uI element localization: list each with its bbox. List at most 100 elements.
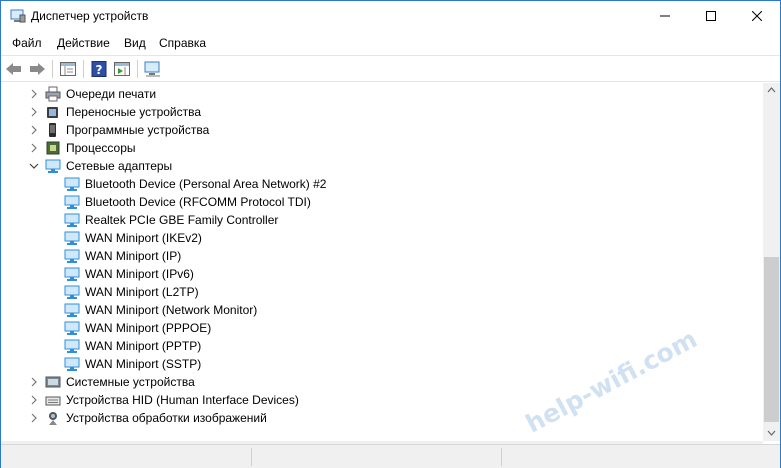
network-adapter-icon (64, 303, 80, 317)
tree-node-label: Очереди печати (66, 87, 157, 101)
menu-bar: Файл Действие Вид Справка (1, 32, 780, 54)
tree-leaf-network-adapter[interactable]: WAN Miniport (Network Monitor) (1, 301, 761, 319)
network-adapter-icon (64, 213, 80, 227)
status-bar (1, 444, 780, 468)
back-icon (6, 63, 21, 75)
tree-leaf-label: WAN Miniport (IP) (85, 249, 182, 263)
tree-leaf-label: Realtek PCIe GBE Family Controller (85, 213, 279, 227)
status-divider (501, 448, 502, 466)
scroll-down-icon[interactable] (767, 430, 776, 436)
tree-leaf-label: Bluetooth Device (Personal Area Network)… (85, 177, 327, 191)
forward-icon (30, 63, 45, 75)
toolbar-separator (83, 60, 84, 78)
system-device-icon (45, 376, 61, 388)
tree-leaf-label: WAN Miniport (IPv6) (85, 267, 194, 281)
chevron-right-icon[interactable] (29, 413, 39, 423)
print-queue-icon (45, 86, 61, 102)
network-adapter-icon (64, 267, 80, 281)
tree-node-portable-devices[interactable]: Переносные устройства (1, 103, 761, 121)
imaging-device-icon (49, 412, 57, 425)
tree-leaf-network-adapter[interactable]: WAN Miniport (IP) (1, 247, 761, 265)
status-divider (251, 448, 252, 466)
network-adapter-icon (64, 321, 80, 335)
title-bar[interactable]: Диспетчер устройств (1, 1, 780, 31)
toolbar-separator (137, 60, 138, 78)
tree-node-label: Устройства HID (Human Interface Devices) (66, 393, 299, 407)
scroll-up-icon[interactable] (767, 87, 776, 93)
tree-leaf-network-adapter[interactable]: WAN Miniport (IPv6) (1, 265, 761, 283)
tree-leaf-network-adapter[interactable]: Realtek PCIe GBE Family Controller (1, 211, 761, 229)
menu-view[interactable]: Вид (124, 36, 146, 50)
scan-hardware-icon (144, 61, 160, 77)
tree-node-label: Устройства обработки изображений (66, 411, 267, 425)
network-adapter-icon (64, 357, 80, 371)
toolbar: ? (1, 55, 780, 82)
network-adapter-icon (64, 231, 80, 245)
window-title: Диспетчер устройств (31, 9, 149, 23)
chevron-down-icon[interactable] (29, 161, 39, 171)
menu-file[interactable]: Файл (12, 36, 42, 50)
network-adapter-icon (64, 195, 80, 209)
tree-leaf-network-adapter[interactable]: Bluetooth Device (Personal Area Network)… (1, 175, 761, 193)
chevron-right-icon[interactable] (29, 107, 39, 117)
scan-hardware-button[interactable] (143, 59, 163, 79)
help-button[interactable]: ? (89, 59, 109, 79)
action-pane-icon (114, 62, 130, 76)
chevron-right-icon[interactable] (29, 89, 39, 99)
tree-leaf-label: WAN Miniport (PPTP) (85, 339, 202, 353)
svg-text:?: ? (96, 63, 103, 77)
tree-leaf-network-adapter[interactable]: WAN Miniport (L2TP) (1, 283, 761, 301)
minimize-button[interactable] (642, 1, 688, 31)
hid-icon (45, 396, 61, 406)
forward-button[interactable] (27, 59, 47, 79)
back-button[interactable] (4, 59, 24, 79)
show-hide-console-tree-icon (60, 62, 76, 76)
vertical-scrollbar[interactable] (763, 83, 780, 441)
tree-leaf-label: WAN Miniport (SSTP) (85, 357, 202, 371)
device-tree: Очереди печати Переносные устройства Про… (1, 83, 763, 441)
menu-help[interactable]: Справка (159, 36, 206, 50)
close-button[interactable] (734, 1, 780, 31)
maximize-button[interactable] (688, 1, 734, 31)
tree-leaf-label: WAN Miniport (IKEv2) (85, 231, 202, 245)
chevron-right-icon[interactable] (29, 377, 39, 387)
tree-node-network-adapters[interactable]: Сетевые адаптеры (1, 157, 761, 175)
portable-device-icon (47, 107, 58, 118)
network-adapter-icon (64, 177, 80, 191)
tree-node-label: Сетевые адаптеры (66, 159, 173, 173)
tree-leaf-label: WAN Miniport (Network Monitor) (85, 303, 258, 317)
device-manager-app-icon (10, 9, 26, 23)
software-device-icon (49, 123, 56, 137)
tree-node-hid-devices[interactable]: Устройства HID (Human Interface Devices) (1, 391, 761, 409)
tree-node-software-devices[interactable]: Программные устройства (1, 121, 761, 139)
tree-node-label: Программные устройства (66, 123, 210, 137)
network-adapter-icon (64, 249, 80, 263)
tree-node-label: Переносные устройства (66, 105, 202, 119)
tree-node-processors[interactable]: Процессоры (1, 139, 761, 157)
processor-icon (46, 141, 60, 155)
network-adapter-icon (45, 159, 61, 173)
tree-leaf-label: Bluetooth Device (RFCOMM Protocol TDI) (85, 195, 311, 209)
tree-node-label: Процессоры (66, 141, 136, 155)
scroll-thumb[interactable] (764, 257, 779, 422)
chevron-right-icon[interactable] (29, 125, 39, 135)
menu-action[interactable]: Действие (57, 36, 110, 50)
tree-leaf-network-adapter[interactable]: WAN Miniport (PPPOE) (1, 319, 761, 337)
chevron-right-icon[interactable] (29, 143, 39, 153)
console-tree-button[interactable] (58, 59, 78, 79)
help-icon: ? (91, 61, 107, 77)
tree-leaf-network-adapter[interactable]: WAN Miniport (IKEv2) (1, 229, 761, 247)
tree-node-imaging-devices[interactable]: Устройства обработки изображений (1, 409, 761, 427)
tree-leaf-network-adapter[interactable]: Bluetooth Device (RFCOMM Protocol TDI) (1, 193, 761, 211)
chevron-right-icon[interactable] (29, 395, 39, 405)
network-adapter-icon (64, 285, 80, 299)
tree-leaf-label: WAN Miniport (PPPOE) (85, 321, 212, 335)
toolbar-separator (52, 60, 53, 78)
network-adapter-icon (64, 339, 80, 353)
tree-node-print-queues[interactable]: Очереди печати (1, 85, 761, 103)
minimize-icon (660, 15, 670, 17)
maximize-icon (706, 11, 716, 21)
device-manager-window: Диспетчер устройств Файл Действие Вид Сп… (0, 0, 781, 468)
action-pane-button[interactable] (112, 59, 132, 79)
tree-node-label: Системные устройства (66, 375, 195, 389)
